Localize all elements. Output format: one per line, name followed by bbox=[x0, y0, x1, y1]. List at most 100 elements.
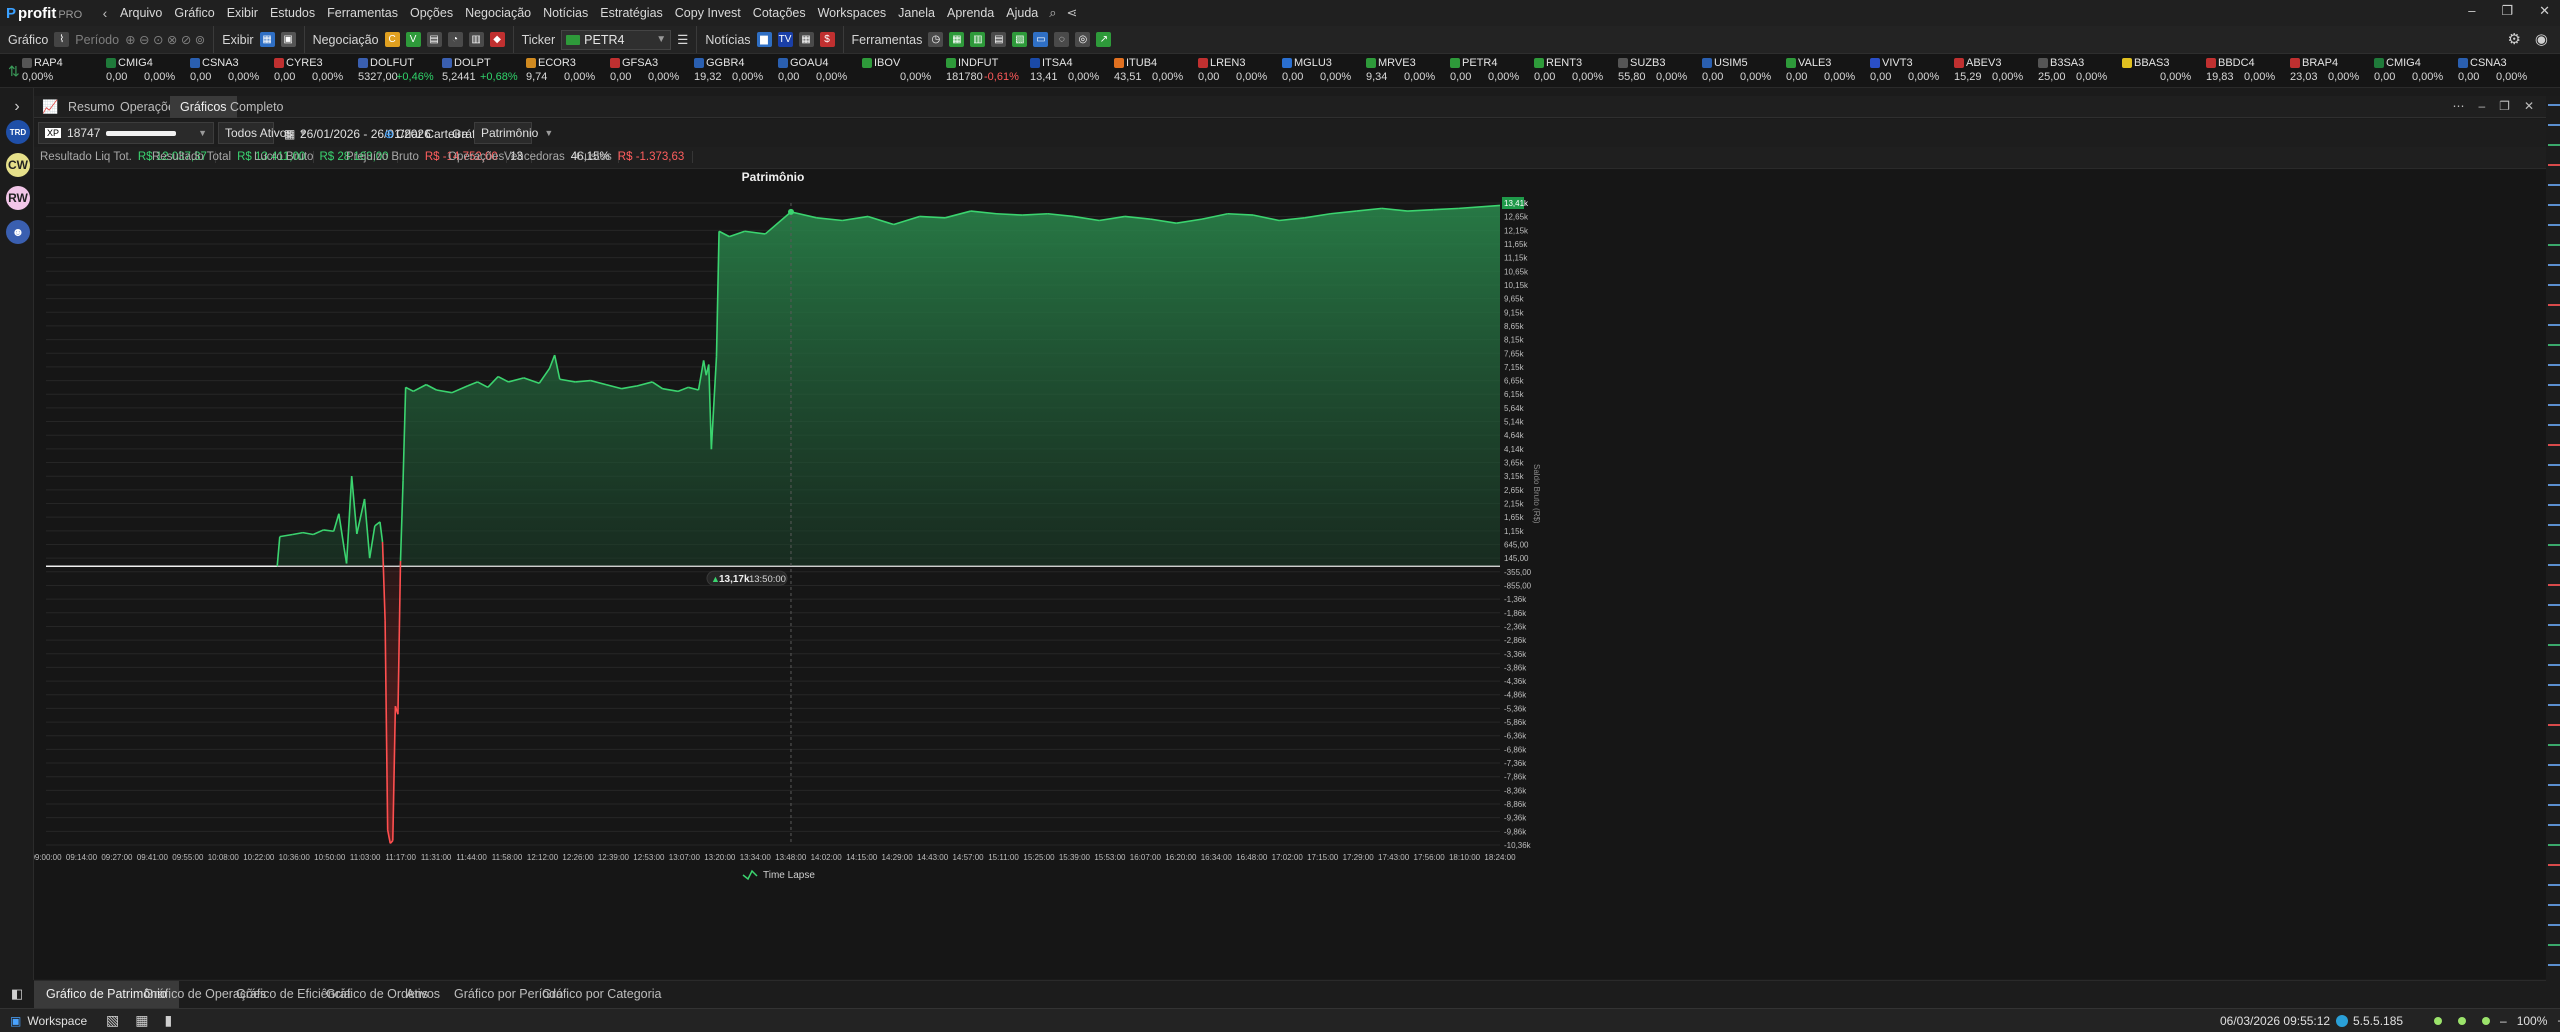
pie-icon[interactable]: ◔ bbox=[447, 32, 463, 47]
drawing-tool-icon[interactable] bbox=[2548, 764, 2560, 766]
ticker-item[interactable]: VALE3 0,00 0,00% bbox=[1786, 56, 1866, 86]
panel-close-icon[interactable]: ✕ bbox=[2524, 99, 2534, 113]
avatar-cw[interactable]: CW bbox=[6, 153, 30, 177]
tools-table-icon[interactable]: ▤ bbox=[991, 32, 1007, 47]
drawing-tool-icon[interactable] bbox=[2548, 164, 2560, 166]
ticker-item[interactable]: SUZB3 55,80 0,00% bbox=[1618, 56, 1698, 86]
drawing-tool-icon[interactable] bbox=[2548, 464, 2560, 466]
ticker-item[interactable]: DOLPT 5,2441 +0,68% bbox=[442, 56, 522, 86]
trader-avatar[interactable]: TRD bbox=[6, 120, 30, 144]
drawing-tool-icon[interactable] bbox=[2548, 744, 2560, 746]
panel-more-icon[interactable]: ⋯ bbox=[2452, 99, 2464, 113]
minimize-icon[interactable]: – bbox=[2468, 3, 2475, 19]
drawing-tool-icon[interactable] bbox=[2548, 864, 2560, 866]
tools-trend-icon[interactable]: ↗ bbox=[1096, 32, 1112, 47]
calendar-icon[interactable]: ▦ bbox=[798, 32, 814, 47]
drawing-tool-icon[interactable] bbox=[2548, 644, 2560, 646]
layout-icon[interactable]: ▥ bbox=[468, 32, 484, 47]
ticker-item[interactable]: GOAU4 0,00 0,00% bbox=[778, 56, 858, 86]
tab-completo[interactable]: Completo bbox=[220, 96, 294, 118]
drawing-tool-icon[interactable] bbox=[2548, 184, 2560, 186]
drawing-tool-icon[interactable] bbox=[2548, 824, 2560, 826]
workspace-button[interactable]: ▣ Workspace bbox=[10, 1014, 87, 1028]
ticker-item[interactable]: BBDC4 19,83 0,00% bbox=[2206, 56, 2286, 86]
ticker-item[interactable]: MRVE3 9,34 0,00% bbox=[1366, 56, 1446, 86]
ticker-item[interactable]: USIM5 0,00 0,00% bbox=[1702, 56, 1782, 86]
tools-monitor-icon[interactable]: ▭ bbox=[1033, 32, 1049, 47]
ticker-item[interactable]: DOLFUT 5327,00 +0,46% bbox=[358, 56, 438, 86]
drawing-tool-icon[interactable] bbox=[2548, 924, 2560, 926]
ticker-item[interactable]: VIVT3 0,00 0,00% bbox=[1870, 56, 1950, 86]
menu-item-gr-fico[interactable]: Gráfico bbox=[168, 6, 220, 20]
drawing-tool-icon[interactable] bbox=[2548, 364, 2560, 366]
book-icon[interactable]: ▤ bbox=[426, 32, 442, 47]
news-chart-icon[interactable]: ▆ bbox=[756, 32, 772, 47]
drawing-tool-icon[interactable] bbox=[2548, 284, 2560, 286]
expand-chevron-icon[interactable]: › bbox=[0, 98, 34, 116]
ticker-item[interactable]: BRAP4 23,03 0,00% bbox=[2290, 56, 2370, 86]
share-icon[interactable]: ⋖ bbox=[1062, 5, 1083, 21]
drawing-tool-icon[interactable] bbox=[2548, 724, 2560, 726]
menu-item-ferramentas[interactable]: Ferramentas bbox=[321, 6, 404, 20]
menu-item-not-cias[interactable]: Notícias bbox=[537, 6, 594, 20]
tools-chat-icon[interactable]: ◌ bbox=[1054, 32, 1070, 47]
ticker-item[interactable]: PETR4 0,00 0,00% bbox=[1450, 56, 1530, 86]
drawing-tool-icon[interactable] bbox=[2548, 424, 2560, 426]
drawing-tool-icon[interactable] bbox=[2548, 944, 2560, 946]
menu-item-ajuda[interactable]: Ajuda bbox=[1000, 6, 1044, 20]
menu-item-negocia-o[interactable]: Negociação bbox=[459, 6, 537, 20]
ticker-item[interactable]: IBOV 0,00% bbox=[862, 56, 942, 86]
drawing-tool-icon[interactable] bbox=[2548, 544, 2560, 546]
drawing-tool-icon[interactable] bbox=[2548, 144, 2560, 146]
ticker-select[interactable]: PETR4 ▼ bbox=[561, 29, 672, 50]
menu-item-cota-es[interactable]: Cotações bbox=[747, 6, 812, 20]
drawing-tool-icon[interactable] bbox=[2548, 804, 2560, 806]
grid-view-icon[interactable]: ▦ bbox=[259, 32, 275, 47]
drawing-tool-icon[interactable] bbox=[2548, 784, 2560, 786]
panel-minimize-icon[interactable]: – bbox=[2478, 99, 2485, 113]
ticker-item[interactable]: ITSA4 13,41 0,00% bbox=[1030, 56, 1110, 86]
profile-avatar[interactable]: ☻ bbox=[6, 220, 30, 244]
drawing-tool-icon[interactable] bbox=[2548, 324, 2560, 326]
drawing-tool-icon[interactable] bbox=[2548, 484, 2560, 486]
order-c-icon[interactable]: C bbox=[384, 32, 400, 47]
drawing-tool-icon[interactable] bbox=[2548, 404, 2560, 406]
status-layout-icon[interactable]: ▦ bbox=[135, 1012, 148, 1029]
chart-type-select[interactable]: Patrimônio ▼ bbox=[474, 122, 553, 144]
panel-toggle-icon[interactable]: ◧ bbox=[0, 980, 34, 1008]
drawing-tool-icon[interactable] bbox=[2548, 344, 2560, 346]
drawing-tool-icon[interactable] bbox=[2548, 444, 2560, 446]
ticker-item[interactable]: LREN3 0,00 0,00% bbox=[1198, 56, 1278, 86]
search-icon[interactable]: ⌕ bbox=[1044, 5, 1061, 21]
drawing-tool-icon[interactable] bbox=[2548, 104, 2560, 106]
ticker-item[interactable]: CMIG4 0,00 0,00% bbox=[2374, 56, 2454, 86]
equity-chart[interactable]: Patrimônio ▲ 13,17k 13:50:00 13,41k 12,65k 12,… bbox=[34, 169, 2546, 979]
ticker-item[interactable]: GFSA3 0,00 0,00% bbox=[610, 56, 690, 86]
add-portfolio-icon[interactable]: ⊕ bbox=[384, 127, 394, 141]
menu-item-estudos[interactable]: Estudos bbox=[264, 6, 321, 20]
drawing-tool-icon[interactable] bbox=[2548, 584, 2560, 586]
avatar-rw[interactable]: RW bbox=[6, 186, 30, 210]
drawing-tool-icon[interactable] bbox=[2548, 904, 2560, 906]
calendar-icon[interactable]: ▦ bbox=[284, 127, 295, 141]
menu-item-op-es[interactable]: Opções bbox=[404, 6, 459, 20]
drawing-tool-icon[interactable] bbox=[2548, 204, 2560, 206]
zoom-out-icon[interactable]: – bbox=[2500, 1014, 2507, 1028]
ticker-item[interactable]: CSNA3 0,00 0,00% bbox=[2458, 56, 2538, 86]
ticker-item[interactable]: B3SA3 25,00 0,00% bbox=[2038, 56, 2118, 86]
ticker-item[interactable]: ITUB4 43,51 0,00% bbox=[1114, 56, 1194, 86]
zoom-icons[interactable]: ⊕ ⊖ ⊙ ⊗ ⊘ ⊚ bbox=[125, 32, 205, 47]
drawing-tool-icon[interactable] bbox=[2548, 684, 2560, 686]
drawing-tool-icon[interactable] bbox=[2548, 264, 2560, 266]
menu-item-aprenda[interactable]: Aprenda bbox=[941, 6, 1000, 20]
ticker-item[interactable]: ABEV3 15,29 0,00% bbox=[1954, 56, 2034, 86]
clock-icon[interactable]: ◷ bbox=[928, 32, 944, 47]
drawing-tool-icon[interactable] bbox=[2548, 224, 2560, 226]
gear-icon[interactable]: ⚙ bbox=[2507, 30, 2520, 48]
account-select[interactable]: XP 18747 ▼ bbox=[38, 122, 214, 144]
tools-grid-icon[interactable]: ▦ bbox=[949, 32, 965, 47]
drawing-tool-icon[interactable] bbox=[2548, 304, 2560, 306]
status-chart-icon[interactable]: ▧ bbox=[106, 1012, 119, 1029]
drawing-tool-icon[interactable] bbox=[2548, 704, 2560, 706]
ticker-item[interactable]: CYRE3 0,00 0,00% bbox=[274, 56, 354, 86]
